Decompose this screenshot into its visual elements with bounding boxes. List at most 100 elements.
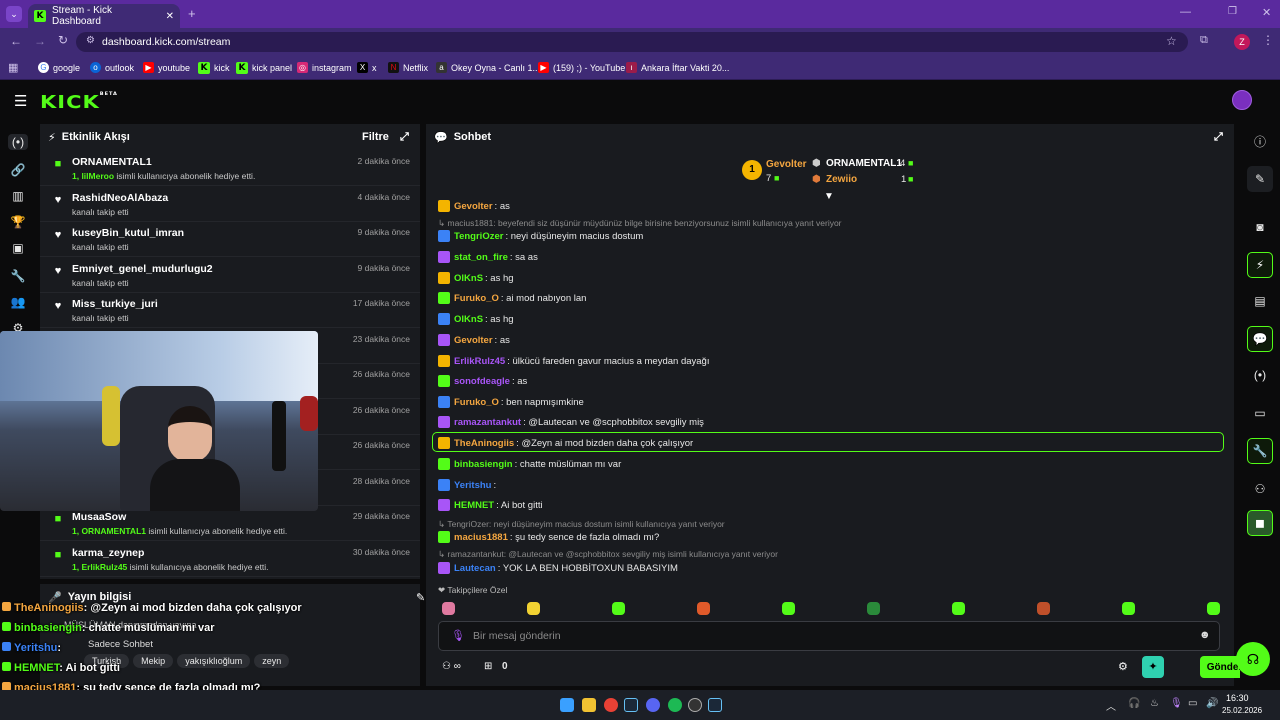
- live-broadcast-icon[interactable]: (•): [8, 134, 28, 150]
- chat-username[interactable]: stat_on_fire: [454, 252, 508, 263]
- file-explorer-icon[interactable]: [582, 698, 596, 712]
- chat-username[interactable]: sonofdeagle: [454, 376, 510, 387]
- microphone-icon[interactable]: 🎙: [451, 629, 465, 642]
- chat-message[interactable]: stat_on_fire: sa as: [438, 251, 538, 263]
- chat-message[interactable]: TheAninogiis: @Zeyn ai mod bizden daha ç…: [438, 437, 693, 449]
- kick-bot-icon[interactable]: ✦: [1142, 656, 1164, 678]
- activity-item[interactable]: ♥ Miss_turkiye_juri kanalı takip etti 17 da…: [40, 292, 420, 328]
- reload-icon[interactable]: ↻: [58, 33, 68, 47]
- chat-message[interactable]: OlKnS: as hg: [438, 313, 514, 325]
- chat-username[interactable]: ErlikRulz45: [454, 356, 505, 367]
- kick-logo[interactable]: KICKBETA: [40, 92, 118, 112]
- chat-username[interactable]: HEMNET: [454, 500, 494, 511]
- mod-shield-icon[interactable]: ◼: [1247, 510, 1273, 536]
- edit-pencil-icon[interactable]: ✎: [1247, 166, 1273, 192]
- emote-icon[interactable]: [867, 602, 880, 615]
- bookmark-google[interactable]: Ggoogle: [38, 62, 80, 73]
- info-icon[interactable]: ⓘ: [1247, 128, 1273, 154]
- extensions-icon[interactable]: ⧉: [1200, 34, 1208, 47]
- site-info-icon[interactable]: ⚙: [86, 35, 95, 46]
- document-icon[interactable]: ▤: [1247, 288, 1273, 314]
- stack-icon[interactable]: ▭: [1247, 400, 1273, 426]
- bookmark-instagram[interactable]: ◎ instagram: [297, 62, 352, 73]
- chat-username[interactable]: Gevolter: [454, 335, 493, 346]
- emote-icon[interactable]: [527, 602, 540, 615]
- chat-username[interactable]: TheAninogiis: [454, 438, 514, 449]
- hamburger-menu-icon[interactable]: ☰: [14, 92, 27, 110]
- screenshot-icon[interactable]: ◙: [1247, 214, 1273, 240]
- new-tab-button[interactable]: +: [188, 6, 196, 21]
- bookmark-kick-panel[interactable]: Kkick panel: [236, 62, 292, 74]
- popout-icon[interactable]: ⤢: [400, 131, 409, 144]
- chat-username[interactable]: Furuko_O: [454, 293, 499, 304]
- user-avatar[interactable]: [1232, 90, 1252, 110]
- chat-username[interactable]: ramazantankut: [454, 417, 521, 428]
- headset-icon[interactable]: 🎧: [1128, 698, 1140, 709]
- spotify-icon[interactable]: [668, 698, 682, 712]
- chat-username[interactable]: Furuko_O: [454, 397, 499, 408]
- bookmark-youtube-2[interactable]: ▶ (159) ;) - YouTube: [538, 62, 625, 73]
- activity-item[interactable]: ♥ RashidNeoAlAbaza kanalı takip etti 4 daki…: [40, 186, 420, 222]
- bookmark-kick[interactable]: Kkick: [198, 62, 230, 74]
- apps-grid-icon[interactable]: ▦: [8, 61, 18, 74]
- volume-icon[interactable]: 🔊: [1206, 698, 1218, 709]
- broadcast-icon[interactable]: (•): [1247, 362, 1273, 388]
- close-window-button[interactable]: ✕: [1262, 6, 1271, 19]
- users-panel-icon[interactable]: ⚇: [1247, 476, 1273, 502]
- expand-leaderboard-icon[interactable]: ▼: [824, 191, 834, 202]
- bookmark-outlook[interactable]: o outlook: [90, 62, 134, 73]
- emote-icon[interactable]: [612, 602, 625, 615]
- bookmark-netflix[interactable]: N Netflix: [388, 62, 428, 73]
- profile-avatar[interactable]: Z: [1234, 34, 1250, 50]
- steam-icon-2[interactable]: [708, 698, 722, 712]
- emoji-picker-icon[interactable]: ☻: [1199, 629, 1211, 641]
- chat-message[interactable]: Lautecan: YOK LA BEN HOBBİTOXUN BABASIYI…: [438, 562, 678, 574]
- discord-icon[interactable]: [646, 698, 660, 712]
- maximize-window-button[interactable]: ❐: [1228, 6, 1237, 17]
- chat-username[interactable]: TengriOzer: [454, 231, 503, 242]
- chat-message[interactable]: OlKnS: as hg: [438, 272, 514, 284]
- chat-message[interactable]: ErlikRulz45: ülkücü fareden gavur macius…: [438, 355, 709, 367]
- tray-arrow-icon[interactable]: ︿: [1106, 698, 1116, 713]
- chat-message[interactable]: HEMNET: Ai bot gitti: [438, 499, 543, 511]
- wrench-icon[interactable]: 🔧: [10, 268, 26, 284]
- users-icon[interactable]: 👥: [10, 294, 26, 310]
- activity-item[interactable]: ■ karma_zeynep 1, ErlikRulz45 isimli kulla…: [40, 541, 420, 577]
- chat-username[interactable]: Lautecan: [454, 563, 496, 574]
- close-tab-icon[interactable]: ✕: [166, 11, 174, 22]
- address-bar[interactable]: ⚙ dashboard.kick.com/stream ☆: [76, 32, 1188, 52]
- chat-message[interactable]: Furuko_O: ai mod nabıyon lan: [438, 292, 586, 304]
- emote-icon[interactable]: [1207, 602, 1220, 615]
- help-button[interactable]: ☊: [1236, 642, 1270, 676]
- chat-input[interactable]: 🎙 Bir mesaj gönderin ☻: [438, 621, 1220, 651]
- taskbar-time[interactable]: 16:30: [1226, 693, 1249, 703]
- minimize-window-button[interactable]: —: [1180, 6, 1191, 18]
- chat-message[interactable]: macius1881: şu tedy sence de fazla olmad…: [438, 531, 659, 543]
- emote-icon[interactable]: [782, 602, 795, 615]
- chat-username[interactable]: binbasiengin: [454, 459, 513, 470]
- bookmark-star-icon[interactable]: ☆: [1166, 34, 1177, 48]
- chat-message[interactable]: sonofdeagle: as: [438, 375, 527, 387]
- chat-panel-icon[interactable]: 💬: [1247, 326, 1273, 352]
- obs-icon[interactable]: [688, 698, 702, 712]
- emote-icon[interactable]: [1122, 602, 1135, 615]
- bookmark-okey[interactable]: a Okey Oyna - Canlı 1...: [436, 62, 540, 73]
- wrench-panel-icon[interactable]: 🔧: [1247, 438, 1273, 464]
- filter-button[interactable]: Filtre: [362, 131, 389, 143]
- chat-message[interactable]: Yeritshu:: [438, 479, 496, 491]
- network-icon[interactable]: ▭: [1188, 698, 1197, 709]
- activity-item[interactable]: ■ ORNAMENTAL1 1, lilMeroo isimli kullanıcı…: [40, 150, 420, 186]
- back-icon[interactable]: ←: [10, 34, 22, 48]
- activity-item[interactable]: ♥ Emniyet_genel_mudurlugu2 kanalı takip et…: [40, 257, 420, 293]
- chat-message[interactable]: ramazantankut: @Lautecan ve @scphobbitox…: [438, 416, 704, 428]
- bolt-panel-icon[interactable]: ⚡: [1247, 252, 1273, 278]
- chat-message[interactable]: TengriOzer: neyi düşüneyim macius dostum: [438, 230, 643, 242]
- windows-start-icon[interactable]: [560, 698, 574, 712]
- bookmark-youtube[interactable]: ▶ youtube: [143, 62, 190, 73]
- forward-icon[interactable]: →: [34, 34, 46, 48]
- emote-icon[interactable]: [697, 602, 710, 615]
- chat-username[interactable]: Gevolter: [454, 201, 493, 212]
- emote-icon[interactable]: [952, 602, 965, 615]
- activity-item[interactable]: ♥ kuseyBin_kutul_imran kanalı takip etti 9 …: [40, 221, 420, 257]
- browser-tab-kick-dashboard[interactable]: K Stream - Kick Dashboard ✕: [28, 4, 180, 28]
